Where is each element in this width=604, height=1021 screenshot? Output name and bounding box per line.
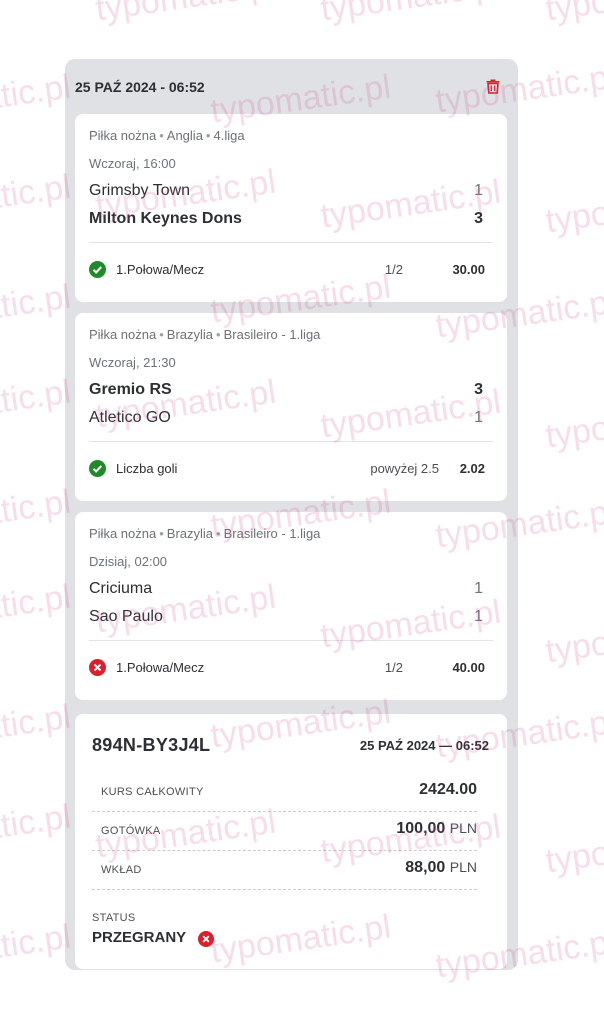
bet-odds: 30.00: [452, 262, 485, 277]
match-time: Dzisiaj, 02:00: [89, 554, 168, 569]
watermark: typomatic.pl: [543, 817, 604, 881]
watermark: typomatic.pl: [543, 177, 604, 241]
watermark: typomatic.pl: [0, 917, 74, 981]
bet-meta: Piłka nożna • Anglia • 4.liga: [89, 128, 245, 143]
bet-pick: 1/2: [384, 660, 403, 675]
cash-value: 100,00 PLN: [396, 820, 477, 837]
total-odds-value: 2424.00: [419, 781, 477, 798]
bet-meta: Piłka nożna • Brazylia • Brasileiro - 1.liga: [89, 327, 321, 342]
home-score: 1: [474, 182, 483, 199]
trash-icon[interactable]: [484, 77, 502, 95]
home-team-row: Gremio RS 3: [89, 381, 483, 399]
cross-icon: [198, 931, 214, 947]
away-score: 3: [474, 210, 483, 227]
coupon-panel: 25 PAŹ 2024 - 06:52 Piłka nożna • Anglia • 4…: [65, 59, 518, 970]
home-team-name: Grimsby Town: [89, 182, 191, 199]
total-odds-row: KURS CAŁKOWITY 2424.00: [92, 773, 477, 812]
market-name: 1.Połowa/Mecz: [116, 262, 205, 277]
bet-meta: Piłka nożna • Brazylia • Brasileiro - 1.liga: [89, 526, 321, 541]
status-label: STATUS: [92, 912, 136, 924]
bet-odds: 40.00: [452, 660, 485, 675]
home-team-row: Grimsby Town 1: [89, 182, 483, 200]
watermark: typomatic.pl: [318, 0, 503, 29]
coupon-code: 894N-BY3J4L: [92, 735, 211, 755]
away-score: 1: [474, 409, 483, 426]
home-team-name: Gremio RS: [89, 381, 172, 398]
home-score: 3: [474, 381, 483, 398]
cross-icon: [89, 659, 106, 676]
bet-odds: 2.02: [459, 461, 485, 476]
status-value: PRZEGRANY: [92, 929, 187, 946]
divider: [89, 441, 493, 442]
match-time: Wczoraj, 16:00: [89, 156, 176, 171]
bet-card[interactable]: Piłka nożna • Anglia • 4.liga Wczoraj, 16:00…: [75, 114, 507, 302]
coupon-summary: 894N-BY3J4L 25 PAŹ 2024 — 06:52 KURS CAŁ…: [75, 714, 507, 969]
watermark: typomatic.pl: [0, 577, 74, 641]
bet-selection: 1.Połowa/Mecz 1/2 40.00: [89, 658, 485, 678]
stake-label: WKŁAD: [101, 864, 142, 876]
watermark: typomatic.pl: [543, 392, 604, 456]
watermark: typomatic.pl: [0, 797, 74, 861]
divider: [89, 640, 493, 641]
home-team-name: Criciuma: [89, 580, 153, 597]
away-team-name: Milton Keynes Dons: [89, 210, 242, 227]
bet-card[interactable]: Piłka nożna • Brazylia • Brasileiro - 1.liga…: [75, 512, 507, 700]
away-team-name: Sao Paulo: [89, 608, 163, 625]
cash-row: GOTÓWKA 100,00 PLN: [92, 812, 477, 851]
stake-value: 88,00 PLN: [405, 859, 477, 876]
home-team-row: Criciuma 1: [89, 580, 483, 598]
away-team-row: Sao Paulo 1: [89, 608, 483, 626]
away-team-row: Atletico GO 1: [89, 409, 483, 427]
watermark: typomatic.pl: [0, 167, 74, 231]
bet-pick: powyżej 2.5: [370, 461, 439, 476]
watermark: typomatic.pl: [543, 607, 604, 671]
cash-label: GOTÓWKA: [101, 825, 161, 837]
divider: [89, 242, 493, 243]
watermark: typomatic.pl: [0, 697, 74, 761]
stake-row: WKŁAD 88,00 PLN: [92, 851, 477, 890]
home-score: 1: [474, 580, 483, 597]
watermark: typomatic.pl: [0, 372, 74, 436]
check-icon: [89, 460, 106, 477]
bet-card[interactable]: Piłka nożna • Brazylia • Brasileiro - 1.liga…: [75, 313, 507, 501]
bet-pick: 1/2: [384, 262, 403, 277]
watermark: typomatic.pl: [543, 0, 604, 29]
coupon-date: 25 PAŹ 2024 - 06:52: [75, 79, 205, 95]
watermark: typomatic.pl: [93, 0, 278, 29]
away-team-name: Atletico GO: [89, 409, 171, 426]
watermark: typomatic.pl: [0, 277, 74, 341]
total-odds-label: KURS CAŁKOWITY: [101, 786, 204, 798]
away-team-row: Milton Keynes Dons 3: [89, 210, 483, 228]
check-icon: [89, 261, 106, 278]
market-name: 1.Połowa/Mecz: [116, 660, 205, 675]
summary-date: 25 PAŹ 2024 — 06:52: [359, 738, 489, 753]
bet-selection: 1.Połowa/Mecz 1/2 30.00: [89, 260, 485, 280]
match-time: Wczoraj, 21:30: [89, 355, 176, 370]
watermark: typomatic.pl: [0, 482, 74, 546]
bet-selection: Liczba goli powyżej 2.5 2.02: [89, 459, 485, 479]
market-name: Liczba goli: [116, 461, 178, 476]
watermark: typomatic.pl: [0, 67, 74, 131]
away-score: 1: [474, 608, 483, 625]
